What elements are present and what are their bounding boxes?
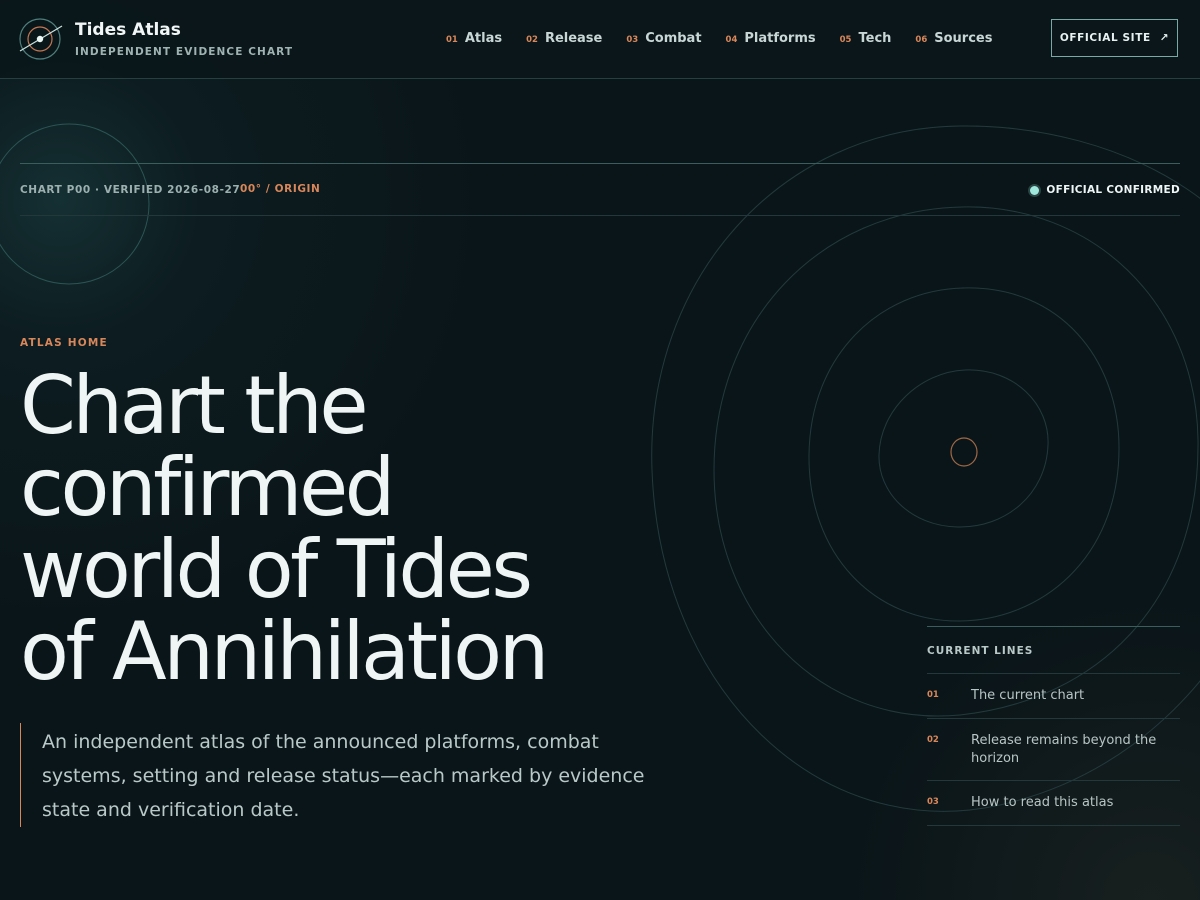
brand-tagline: INDEPENDENT EVIDENCE CHART <box>75 46 294 58</box>
arrow-up-right-icon: ↗ <box>1159 32 1170 44</box>
hero-description: An independent atlas of the announced pl… <box>20 723 670 827</box>
nav-item-label: Combat <box>645 31 702 46</box>
nav-item-sources[interactable]: 06 Sources <box>915 31 992 46</box>
status-badge: OFFICIAL CONFIRMED <box>1030 184 1180 196</box>
chart-meta-bar: CHART P00 · VERIFIED 2026-08-27 00° / OR… <box>20 163 1180 216</box>
nav-item-number: 01 <box>446 35 458 45</box>
contour-ring-3 <box>808 287 1120 622</box>
line-item-number: 02 <box>927 735 939 745</box>
contour-peak <box>950 437 978 467</box>
nav-item-platforms[interactable]: 04 Platforms <box>726 31 816 46</box>
title-line: of Annihilation <box>20 605 549 698</box>
line-item-how-to-read[interactable]: 03 How to read this atlas <box>927 781 1180 826</box>
main-nav: 01 Atlas 02 Release 03 Combat 04 Platfor… <box>446 31 992 46</box>
brand-name: Tides Atlas <box>75 20 181 40</box>
contour-ring-4 <box>878 369 1049 528</box>
nav-item-combat[interactable]: 03 Combat <box>626 31 701 46</box>
status-label: OFFICIAL CONFIRMED <box>1046 184 1180 196</box>
title-line: world of Tides <box>20 523 533 616</box>
status-dot-icon <box>1030 185 1040 195</box>
line-item-text: How to read this atlas <box>971 795 1114 810</box>
nav-item-label: Release <box>544 31 603 46</box>
nav-item-label: Tech <box>858 31 892 46</box>
nav-item-number: 04 <box>725 35 738 45</box>
nav-item-number: 05 <box>839 35 852 45</box>
page-title: Chart the confirmed world of Tides of An… <box>20 365 660 693</box>
nav-item-number: 06 <box>915 35 928 45</box>
current-lines-panel: CURRENT LINES 01 The current chart 02 Re… <box>927 626 1180 826</box>
chart-verification: CHART P00 · VERIFIED 2026-08-27 <box>20 184 241 196</box>
site-header: Tides Atlas INDEPENDENT EVIDENCE CHART 0… <box>0 0 1200 79</box>
nav-item-label: Sources <box>934 31 993 46</box>
line-item-number: 03 <box>927 797 939 807</box>
line-item-current-chart[interactable]: 01 The current chart <box>927 674 1180 719</box>
line-item-text: Release remains beyond the horizon <box>971 733 1157 766</box>
chart-origin: 00° / ORIGIN <box>240 183 321 195</box>
nav-item-label: Atlas <box>464 31 503 46</box>
line-item-number: 01 <box>927 690 939 700</box>
section-eyebrow: ATLAS HOME <box>20 337 108 349</box>
compass-orbit-icon <box>19 18 63 60</box>
nav-item-number: 03 <box>626 35 639 45</box>
nav-item-tech[interactable]: 05 Tech <box>840 31 892 46</box>
title-line: Chart the <box>20 359 369 452</box>
title-line: confirmed <box>20 441 395 534</box>
nav-item-atlas[interactable]: 01 Atlas <box>446 31 502 46</box>
nav-item-label: Platforms <box>744 31 816 46</box>
current-lines-heading: CURRENT LINES <box>927 626 1180 674</box>
line-item-text: The current chart <box>971 688 1085 703</box>
line-item-release-horizon[interactable]: 02 Release remains beyond the horizon <box>927 719 1180 781</box>
nav-item-release[interactable]: 02 Release <box>526 31 602 46</box>
official-site-label: OFFICIAL SITE <box>1059 32 1151 44</box>
official-site-button[interactable]: OFFICIAL SITE ↗ <box>1051 19 1178 57</box>
nav-item-number: 02 <box>526 35 538 45</box>
